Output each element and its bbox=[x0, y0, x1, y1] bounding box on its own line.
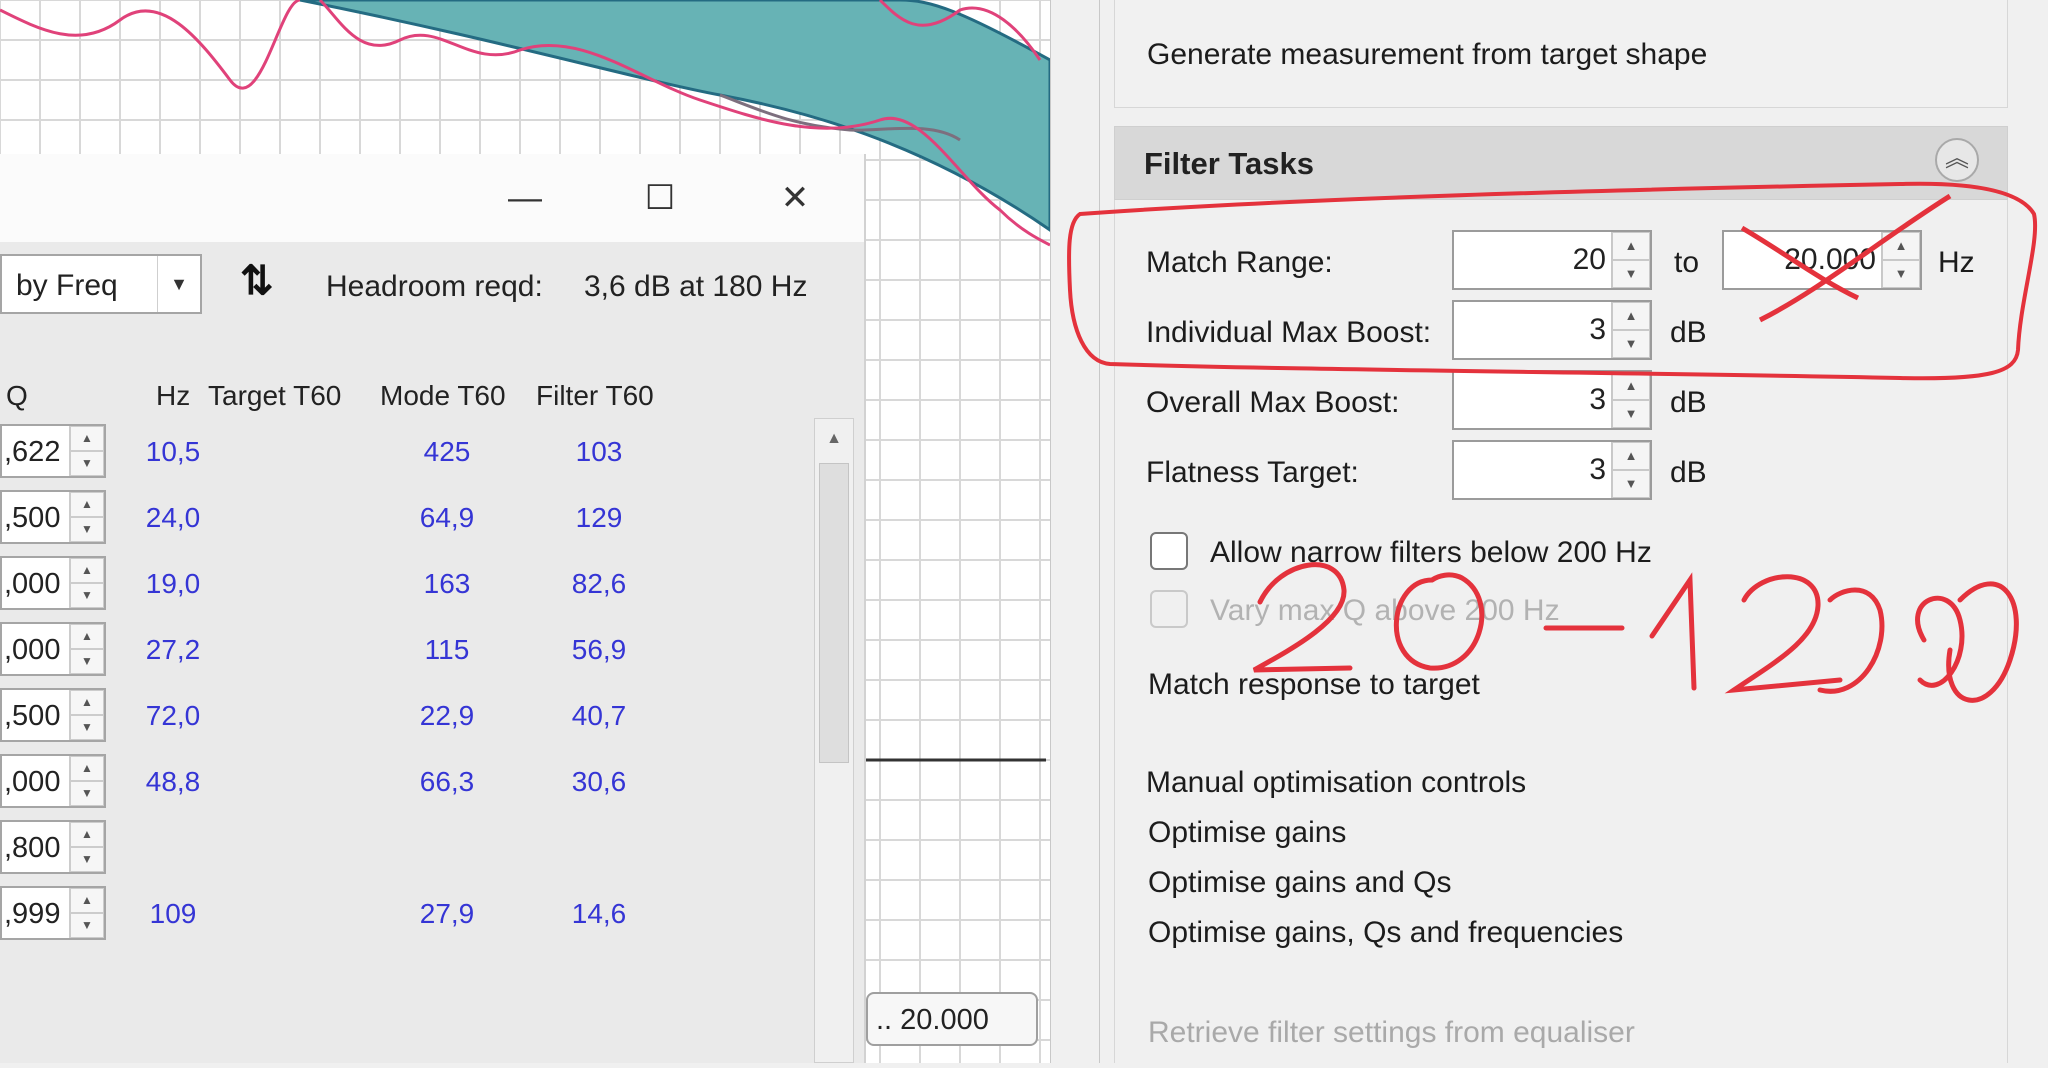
annotation-overlay: 20-1200 bbox=[1067, 181, 2038, 711]
annotation-ellipse bbox=[1067, 181, 2038, 381]
handwritten-annotation bbox=[1252, 562, 2019, 703]
handwritten-annotation-text: 20-1200 bbox=[1600, 709, 1608, 711]
annotation-cross-stroke-2 bbox=[1740, 225, 1860, 301]
